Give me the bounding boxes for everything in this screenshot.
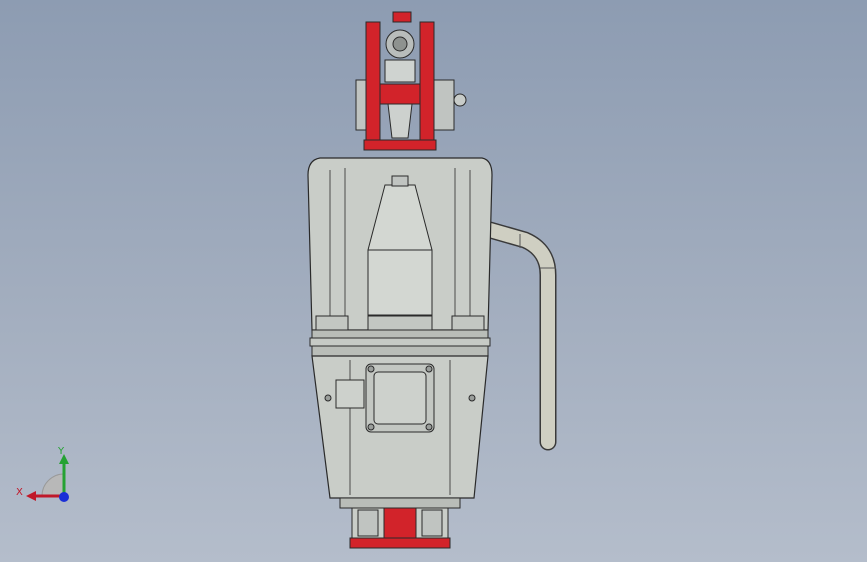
x-axis-label: X	[16, 487, 23, 498]
upper-housing[interactable]	[307, 157, 493, 331]
triad-plane-shading	[41, 473, 65, 497]
lower-housing[interactable]	[311, 355, 489, 499]
graphics-viewport[interactable]: Y X	[0, 0, 867, 562]
orientation-triad[interactable]: Y X	[10, 440, 80, 510]
top-bracket-assembly[interactable]	[355, 11, 467, 151]
bottom-mount[interactable]	[339, 497, 461, 549]
hose-pipe[interactable]	[481, 221, 557, 451]
x-axis-arrowhead	[26, 491, 36, 501]
flange-rings	[309, 329, 491, 357]
3d-model[interactable]	[0, 0, 867, 562]
y-axis-label: Y	[57, 446, 65, 457]
z-axis-dot	[59, 492, 69, 502]
